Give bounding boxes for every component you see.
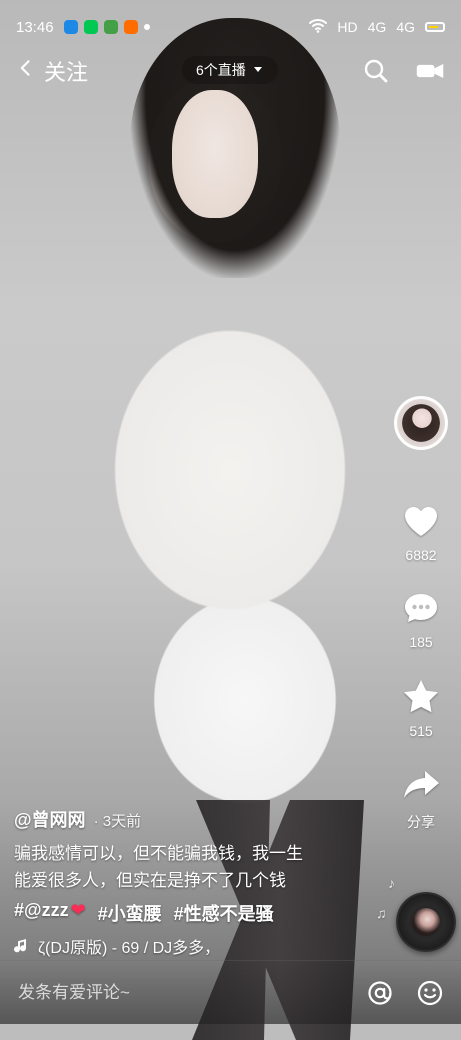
at-icon[interactable]	[365, 978, 395, 1008]
wifi-icon	[309, 18, 328, 36]
status-bar: 13:46 HD 4G 4G	[0, 0, 461, 54]
music-info[interactable]: ζ(DJ原版) - 69 / DJ多多，	[14, 934, 374, 958]
battery-icon	[425, 22, 445, 32]
like-count: 6882	[405, 547, 437, 563]
back-label: 关注	[44, 60, 89, 85]
music-note-icon: ♫	[376, 905, 387, 921]
caption-text: 骗我感情可以，但不能骗我钱，我一生 能爱很多人，但实在是挣不了几个钱	[14, 840, 374, 894]
avatar[interactable]	[394, 396, 448, 450]
video-subject-face	[172, 90, 258, 218]
share-button[interactable]: 分享	[401, 767, 441, 832]
favorite-count: 515	[409, 723, 433, 739]
signal-1: 4G	[367, 19, 387, 35]
tag-mention[interactable]: #@zzz ❤	[14, 900, 86, 926]
right-action-rail: 6882 185 515 分享	[391, 396, 451, 832]
live-label: 6个直播	[196, 62, 246, 78]
posted-time: · 3天前	[93, 813, 142, 830]
caption-line-1: 骗我感情可以，但不能骗我钱，我一生	[14, 844, 303, 863]
app-icon-2	[83, 20, 98, 34]
music-note-icon: ♪	[388, 875, 395, 891]
dot-icon	[143, 24, 150, 30]
share-arrow-icon	[401, 767, 441, 806]
author-row: @曾网网 · 3天前	[14, 806, 374, 832]
caption-line-2: 能爱很多人，但实在是挣不了几个钱	[14, 871, 286, 890]
comment-bubble-icon	[402, 591, 440, 628]
signal-2: 4G	[396, 19, 415, 35]
record-cover	[412, 908, 440, 936]
comment-bar	[0, 960, 461, 1024]
app-icon-1	[63, 20, 78, 34]
chevron-left-icon	[16, 58, 36, 84]
status-time: 13:46	[16, 18, 54, 36]
music-record-button[interactable]	[396, 892, 456, 952]
comment-input[interactable]	[16, 971, 365, 1014]
live-dropdown[interactable]: 6个直播	[182, 56, 278, 84]
video-caption: @曾网网 · 3天前 骗我感情可以，但不能骗我钱，我一生 能爱很多人，但实在是挣…	[14, 806, 374, 958]
star-icon	[402, 678, 440, 717]
music-title: ζ(DJ原版) - 69 / DJ多多，	[38, 940, 221, 957]
hashtags: #@zzz ❤ #小蛮腰 #性感不是骚	[14, 900, 374, 926]
top-actions	[361, 56, 445, 86]
heart-emoji-icon: ❤	[70, 900, 86, 920]
tag-sexy[interactable]: #性感不是骚	[174, 900, 274, 926]
status-right: HD 4G 4G	[309, 18, 445, 36]
tag-mention-text: #@zzz	[14, 900, 69, 920]
status-app-icons	[63, 20, 150, 34]
caret-down-icon	[252, 62, 264, 78]
share-label: 分享	[407, 814, 435, 830]
back-button[interactable]: 关注	[16, 55, 88, 87]
like-button[interactable]: 6882	[402, 504, 440, 563]
app-icon-4	[123, 20, 138, 34]
comment-button[interactable]: 185	[402, 591, 440, 650]
emoji-icon[interactable]	[415, 978, 445, 1008]
favorite-button[interactable]: 515	[402, 678, 440, 739]
search-icon[interactable]	[361, 56, 391, 86]
top-navigation: 关注 6个直播	[0, 50, 461, 92]
network-type: HD	[337, 19, 358, 35]
video-camera-icon[interactable]	[415, 56, 445, 86]
app-icon-3	[103, 20, 118, 34]
music-note-icon	[14, 937, 32, 955]
heart-icon	[402, 504, 440, 541]
author-name[interactable]: @曾网网	[14, 806, 86, 832]
comment-actions	[365, 978, 445, 1008]
comment-count: 185	[409, 634, 433, 650]
tag-waist[interactable]: #小蛮腰	[98, 900, 162, 926]
